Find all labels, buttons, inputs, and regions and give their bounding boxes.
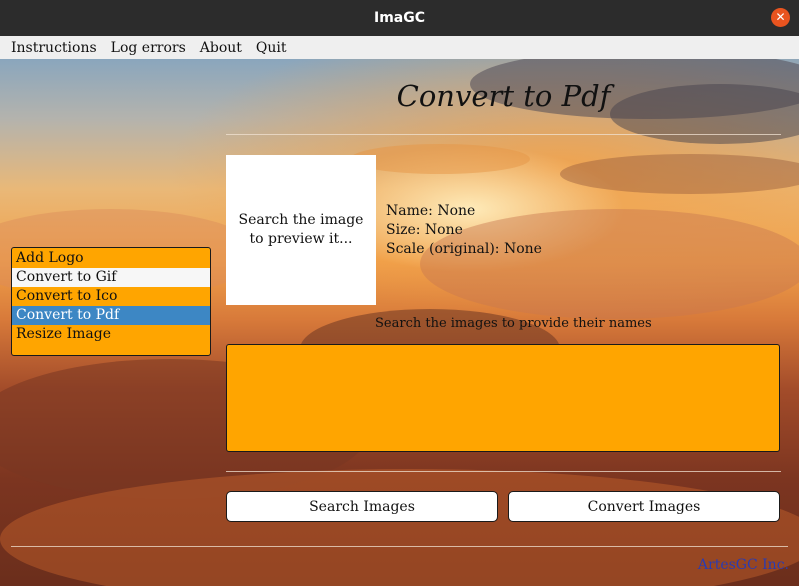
window-title: ImaGC [373,10,425,26]
image-preview: Search the image to preview it... [226,155,376,305]
close-icon[interactable]: ✕ [771,8,790,27]
image-names-field[interactable] [226,344,780,452]
sidebar-item-resize-image[interactable]: Resize Image [12,325,210,344]
credit-text: ArtesGC Inc. [697,557,789,573]
convert-images-button[interactable]: Convert Images [508,491,780,522]
info-size: Size: None [386,222,463,238]
page-title: Convert to Pdf [396,79,611,113]
sidebar-item-convert-to-ico[interactable]: Convert to Ico [12,287,210,306]
sidebar-item-add-logo[interactable]: Add Logo [12,249,210,268]
title-bar: ImaGC ✕ [0,0,799,36]
search-images-button[interactable]: Search Images [226,491,498,522]
sidebar-list: Add Logo Convert to Gif Convert to Ico C… [11,247,211,356]
names-hint: Search the images to provide their names [375,316,652,331]
sidebar-item-convert-to-pdf[interactable]: Convert to Pdf [12,306,210,325]
menu-instructions[interactable]: Instructions [11,40,97,56]
menu-quit[interactable]: Quit [256,40,287,56]
divider-top [226,134,781,135]
divider-bottom [11,546,788,547]
image-info: Name: None Size: None Scale (original): … [386,202,542,259]
preview-placeholder: Search the image to preview it... [238,212,364,247]
divider-middle [226,471,781,472]
menu-about[interactable]: About [200,40,242,56]
info-scale: Scale (original): None [386,241,542,257]
info-name: Name: None [386,203,476,219]
menu-bar: Instructions Log errors About Quit [0,36,799,59]
sidebar-item-convert-to-gif[interactable]: Convert to Gif [12,268,210,287]
menu-log-errors[interactable]: Log errors [111,40,186,56]
